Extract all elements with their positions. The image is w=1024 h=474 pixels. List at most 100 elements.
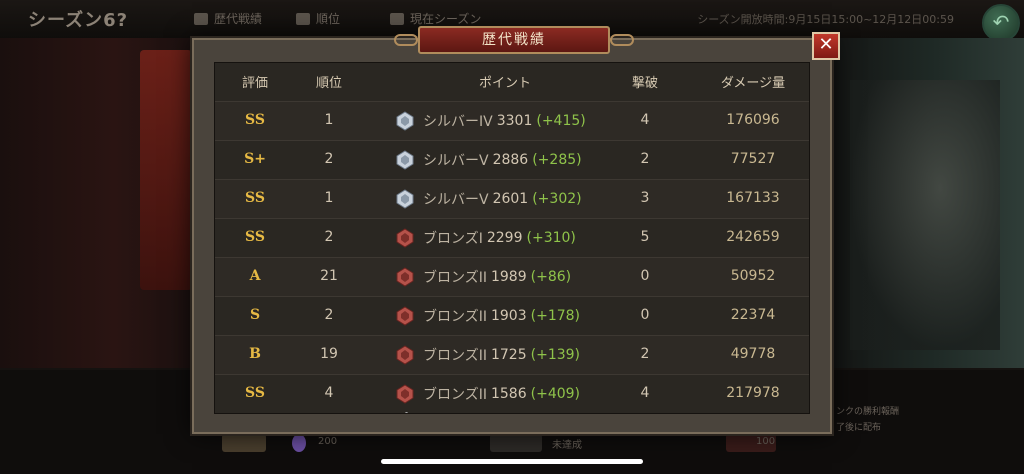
points-cell: シルバーIV 3301 (+415) [395,111,635,131]
silver-medal-icon [396,111,414,131]
tier-name: シルバーV [423,153,489,169]
close-button[interactable]: ✕ [812,32,840,60]
history-record-modal: 歴代戦績 ✕ 評価 順位 ポイント 撃破 ダメージ量 SS 1 シルバーIV 3… [192,26,840,434]
table-row: A 21 ブロンズII 1989 (+86) 0 50952 [215,257,809,296]
record-rows: SS 1 シルバーIV 3301 (+415) 4 176096 S+ 2 シル… [215,101,809,413]
points-cell: シルバーV 2601 (+302) [395,189,635,209]
points-cell: シルバーV 2886 (+285) [395,150,635,170]
tier-name: シルバーV [423,192,489,208]
points-delta: (+310) [526,230,576,246]
bronze-medal-icon [396,228,414,248]
points-delta: (+409) [530,386,581,402]
points-value: 1989 [490,269,527,285]
reward-chip [490,434,542,452]
silver-medal-icon [396,189,414,209]
points-delta: (+86) [530,269,572,285]
table-row: S+ 2 シルバーV 2886 (+285) 2 77527 [215,140,809,179]
rank: 2 [324,229,334,245]
reward-chip [222,434,266,452]
close-icon: ✕ [818,34,834,55]
points-cell: ブロンズII 1725 (+139) [395,345,635,365]
tab-ranking[interactable]: 順位 [296,10,340,27]
kills: 4 [640,385,650,401]
header-points: ポイント [478,76,531,91]
title-ornament [394,34,418,46]
tier-name: ブロンズI [423,231,483,247]
table-row: SS 4 ブロンズII 1586 (+409) 4 217978 [215,374,809,413]
record-table[interactable]: 評価 順位 ポイント 撃破 ダメージ量 SS 1 シルバーIV 3301 (+4… [214,62,810,414]
tier-name: ブロンズII [423,348,487,364]
kills: 4 [640,112,650,128]
tab-history[interactable]: 歴代戦績 [194,10,262,27]
damage: 49778 [730,346,776,362]
season-title: シーズン6? [28,10,129,31]
back-button[interactable]: ↶ [982,4,1020,42]
points-cell: ブロンズI 2299 (+310) [395,228,635,248]
kills: 0 [640,307,650,323]
bar-chart-icon [296,12,310,25]
reward-note: ンクの勝利報酬 [836,407,900,417]
tier-name: ブロンズII [423,387,487,403]
points-value: 2886 [492,152,529,168]
rank: 19 [320,346,338,362]
table-row-partial [405,412,408,413]
header-kills: 撃破 [631,76,658,91]
reward-status: 未達成 [552,440,582,451]
season-period: シーズン開放時間:9月15日15:00~12月12日00:59 [697,13,954,26]
kills: 2 [640,346,650,362]
rank: 1 [324,112,334,128]
grade: SS [245,385,265,401]
damage: 167133 [726,190,780,206]
points-cell: ブロンズII 1989 (+86) [395,267,635,287]
points-delta: (+415) [536,113,586,129]
damage: 176096 [726,112,780,128]
tab-label: 順位 [316,12,341,26]
points-value: 1903 [490,308,527,324]
points-value: 3301 [496,113,533,129]
gem-icon [292,434,306,452]
points-cell: ブロンズII 1903 (+178) [395,306,635,326]
tier-name: ブロンズII [423,270,487,286]
damage: 22374 [730,307,776,323]
table-header: 評価 順位 ポイント 撃破 ダメージ量 [215,63,809,99]
kills: 3 [640,190,650,206]
damage: 217978 [726,385,780,401]
tab-current-season[interactable]: 現在シーズン [390,10,481,27]
points-delta: (+139) [530,347,581,363]
rank: 2 [324,307,334,323]
grade: S+ [244,151,266,167]
tier-name: シルバーIV [423,114,493,130]
silver-medal-icon [396,150,414,170]
background-character [850,80,1000,350]
points-delta: (+302) [532,191,582,207]
grade: SS [245,190,265,206]
kills: 0 [640,268,650,284]
bronze-medal-icon [396,306,414,326]
points-delta: (+285) [532,152,582,168]
table-row: SS 2 ブロンズI 2299 (+310) 5 242659 [215,218,809,257]
rank: 4 [324,385,334,401]
table-row: B 19 ブロンズII 1725 (+139) 2 49778 [215,335,809,374]
reward-value: 100 [756,436,776,447]
back-arrow-icon: ↶ [992,10,1010,34]
scroll-hint-dot [405,412,408,413]
bronze-medal-icon [396,345,414,365]
grade: A [249,268,261,284]
rank: 2 [324,151,334,167]
reward-value: 200 [318,436,338,447]
tier-name: ブロンズII [423,309,487,325]
reward-note: 了後に配布 [836,423,882,433]
tab-label: 歴代戦績 [214,12,263,26]
background-banner [140,50,192,290]
points-cell: ブロンズII 1586 (+409) [395,384,635,404]
table-row: SS 1 シルバーV 2601 (+302) 3 167133 [215,179,809,218]
damage: 242659 [726,229,780,245]
shield-icon [390,12,404,25]
header-grade: 評価 [241,76,268,91]
table-row: S 2 ブロンズII 1903 (+178) 0 22374 [215,296,809,335]
kills: 5 [640,229,650,245]
home-indicator[interactable] [381,459,643,464]
points-value: 2299 [486,230,523,246]
table-row: SS 1 シルバーIV 3301 (+415) 4 176096 [215,101,809,140]
points-value: 1586 [490,386,527,402]
